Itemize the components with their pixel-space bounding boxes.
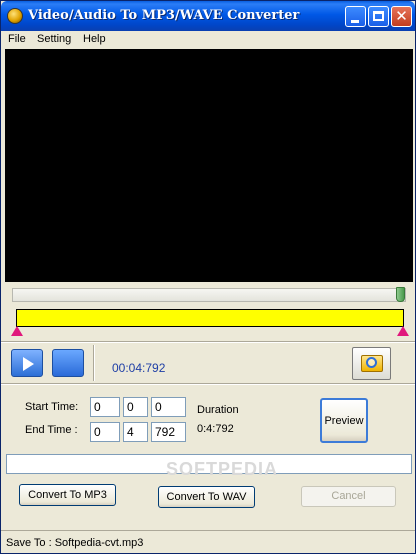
divider xyxy=(1,383,415,385)
watermark: SOFTPEDIA xyxy=(166,459,279,479)
seek-slider-thumb[interactable] xyxy=(396,287,405,302)
start-hours-input[interactable]: 0 xyxy=(90,397,120,417)
start-time-label: Start Time: xyxy=(25,401,79,413)
range-end-marker[interactable] xyxy=(397,326,409,336)
minimize-icon xyxy=(351,20,359,23)
open-file-button[interactable] xyxy=(352,347,391,380)
status-bar: Save To : Softpedia-cvt.mp3 xyxy=(1,530,415,553)
play-button[interactable] xyxy=(11,349,43,377)
menu-setting[interactable]: Setting xyxy=(37,33,71,45)
end-hours-input[interactable]: 0 xyxy=(90,422,120,442)
main-window: Video/Audio To MP3/WAVE Converter ✕ File… xyxy=(0,0,416,554)
divider xyxy=(1,341,415,343)
toolbar-separator xyxy=(93,345,95,381)
play-icon xyxy=(23,357,34,371)
start-seconds-input[interactable]: 0 xyxy=(151,397,186,417)
window-title: Video/Audio To MP3/WAVE Converter xyxy=(28,8,300,23)
menu-bar: File Setting Help xyxy=(1,31,415,48)
end-minutes-input[interactable]: 4 xyxy=(123,422,148,442)
close-icon: ✕ xyxy=(395,7,408,25)
range-start-marker[interactable] xyxy=(11,326,23,336)
duration-value: 0:4:792 xyxy=(197,423,234,435)
app-disc-icon xyxy=(7,8,23,24)
close-button[interactable]: ✕ xyxy=(391,6,412,27)
start-minutes-input[interactable]: 0 xyxy=(123,397,148,417)
video-preview xyxy=(5,49,413,282)
maximize-button[interactable] xyxy=(368,6,389,27)
title-bar[interactable]: Video/Audio To MP3/WAVE Converter ✕ xyxy=(1,1,415,31)
selection-range-bar[interactable] xyxy=(16,309,404,327)
menu-file[interactable]: File xyxy=(8,33,26,45)
end-milliseconds-input[interactable]: 792 xyxy=(151,422,186,442)
menu-help[interactable]: Help xyxy=(83,33,106,45)
cancel-button[interactable]: Cancel xyxy=(301,486,396,507)
current-time-display: 00:04:792 xyxy=(112,361,166,375)
convert-to-mp3-button[interactable]: Convert To MP3 xyxy=(19,484,116,506)
convert-to-wav-button[interactable]: Convert To WAV xyxy=(158,486,255,508)
end-time-label: End Time : xyxy=(25,424,78,436)
magnifier-icon xyxy=(366,357,377,368)
minimize-button[interactable] xyxy=(345,6,366,27)
stop-button[interactable] xyxy=(52,349,84,377)
preview-button[interactable]: Preview xyxy=(320,398,368,443)
maximize-icon xyxy=(373,11,384,21)
seek-slider-track[interactable] xyxy=(12,288,406,302)
duration-label: Duration xyxy=(197,404,239,416)
save-to-status: Save To : Softpedia-cvt.mp3 xyxy=(6,537,144,549)
